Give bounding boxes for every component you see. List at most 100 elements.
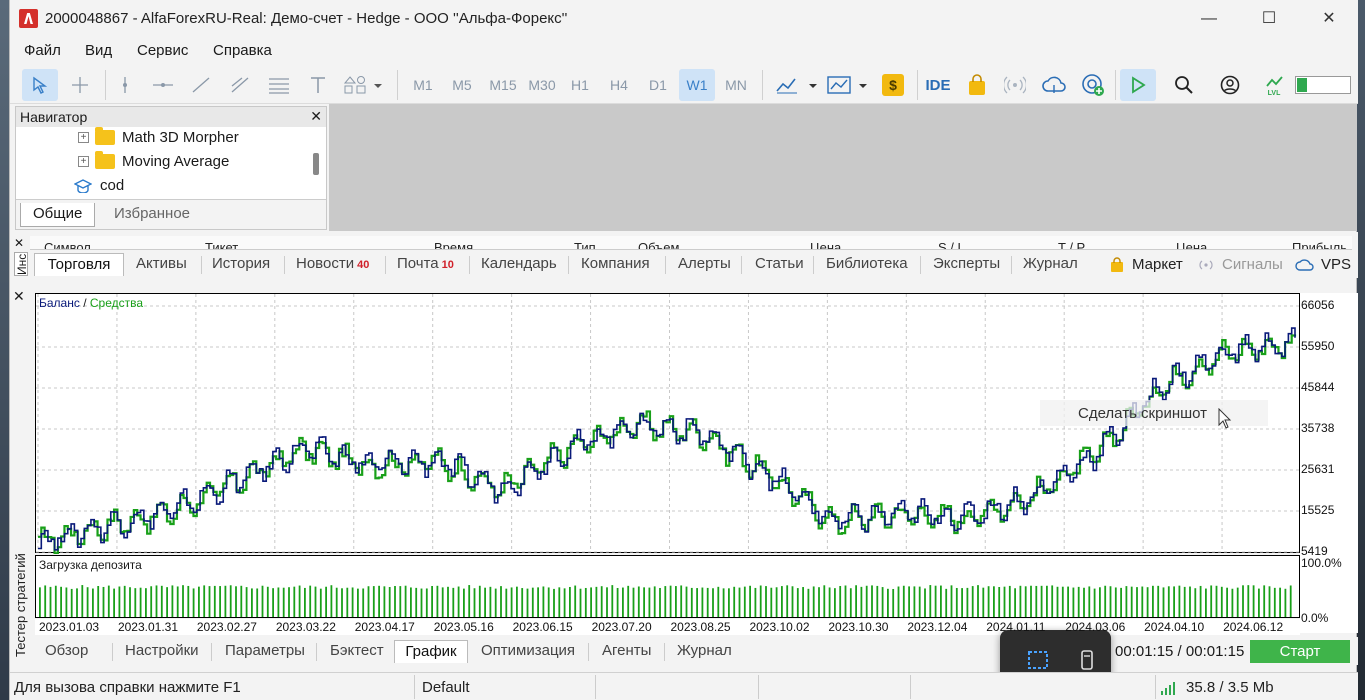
deposit-load-bar [431,586,433,617]
vertical-line-icon[interactable] [107,69,143,101]
tester-tab-parameters[interactable]: Параметры [225,640,305,663]
market-link[interactable]: Маркет [1110,253,1183,276]
cursor-tool-icon[interactable] [22,69,58,101]
timeframe-m1[interactable]: M1 [405,69,441,101]
tester-tab-graph[interactable]: График [394,640,468,663]
trading-dollar-icon[interactable]: $ [876,69,910,101]
title-bar[interactable]: 2000048867 - AlfaForexRU-Real: Демо-счет… [10,0,1358,38]
expand-icon[interactable]: + [78,156,89,167]
tab-library[interactable]: Библиотека [826,253,908,276]
deposit-load-bar [224,585,227,617]
tester-tab-optimization[interactable]: Оптимизация [481,640,575,663]
col-symbol[interactable]: Символ [44,240,91,249]
timeframe-m15[interactable]: M15 [483,69,523,101]
algo-trading-icon[interactable] [1076,69,1110,101]
col-profit[interactable]: Прибыль [1292,240,1347,249]
expand-icon[interactable]: + [78,132,89,143]
tree-item-moving-average[interactable]: + Moving Average [78,151,229,170]
timeframe-m5[interactable]: M5 [444,69,480,101]
timeframe-m30[interactable]: M30 [522,69,562,101]
channel-icon[interactable] [222,69,258,101]
col-tp[interactable]: T / P [1058,240,1085,249]
crosshair-tool-icon[interactable] [62,69,98,101]
tab-experts[interactable]: Эксперты [933,253,1000,276]
tester-tab-backtest[interactable]: Бэктест [330,640,384,663]
vps-link[interactable]: VPS [1295,253,1351,276]
deposit-load-bar [823,585,826,617]
menu-service[interactable]: Сервис [137,42,188,59]
search-icon[interactable] [1167,69,1201,101]
menu-help[interactable]: Справка [213,42,272,59]
col-price[interactable]: Цена [810,240,841,249]
deposit-load-bar [1120,587,1122,617]
deposit-load-bar [468,585,471,617]
tester-close-icon[interactable]: ✕ [13,288,25,305]
tab-assets[interactable]: Активы [136,253,187,276]
ide-button[interactable]: IDE [920,69,956,101]
tab-mail[interactable]: Почта 10 [397,253,454,276]
close-button[interactable]: ✕ [1306,6,1352,32]
col-sl[interactable]: S / L [938,240,965,249]
deposit-load-bar [887,588,889,617]
navigator-tab-favorites[interactable]: Избранное [102,203,202,227]
timeframe-d1[interactable]: D1 [640,69,676,101]
timeframe-h1[interactable]: H1 [562,69,598,101]
start-button[interactable]: Старт [1250,640,1350,663]
tab-company[interactable]: Компания [581,253,650,276]
account-icon[interactable] [1213,69,1247,101]
text-tool-icon[interactable] [300,69,336,101]
horizontal-line-icon[interactable] [145,69,181,101]
minimize-button[interactable]: — [1186,6,1232,32]
col-ticket[interactable]: Тикет [205,240,238,249]
deposit-load-bar [113,588,115,617]
tree-item-label: Math 3D Morpher [122,129,239,146]
deposit-load-bar [277,587,280,617]
tab-history[interactable]: История [212,253,270,276]
col-time[interactable]: Время [434,240,473,249]
rectangle-snip-icon[interactable] [1028,651,1048,669]
col-type[interactable]: Тип [574,240,596,249]
tab-trade[interactable]: Торговля [34,253,124,276]
tab-journal[interactable]: Журнал [1023,253,1078,276]
col-volume[interactable]: Объем [638,240,679,249]
toolbox-close-icon[interactable]: ✕ [14,236,24,250]
trend-line-icon[interactable] [183,69,219,101]
tree-item-math-3d-morpher[interactable]: + Math 3D Morpher [78,127,239,146]
tab-news[interactable]: Новости 40 [296,253,369,276]
col-price2[interactable]: Цена [1176,240,1207,249]
play-tester-icon[interactable] [1120,69,1156,101]
cloud-vps-icon[interactable] [1037,69,1071,101]
navigator-scrollbar[interactable] [313,153,319,175]
fibonacci-icon[interactable] [261,69,297,101]
window-snip-icon[interactable] [1081,650,1093,670]
shapes-dropdown-icon[interactable] [340,69,388,101]
tester-tab-journal[interactable]: Журнал [677,640,732,663]
tester-tab-agents[interactable]: Агенты [602,640,651,663]
deposit-load-bar [812,586,815,617]
timeframe-w1[interactable]: W1 [679,69,715,101]
market-bag-icon[interactable] [960,69,994,101]
tester-tab-overview[interactable]: Обзор [45,640,88,663]
deposit-load-bar [1136,587,1138,617]
deposit-load-bar [378,585,380,617]
tester-tab-settings[interactable]: Настройки [125,640,199,663]
context-menu-screenshot[interactable]: Сделать скриншот [1040,400,1268,426]
indicators-icon[interactable] [824,69,872,101]
navigator-tab-common[interactable]: Общие [20,203,96,227]
timeframe-h4[interactable]: H4 [601,69,637,101]
signals-broadcast-icon[interactable] [998,69,1032,101]
deposit-load-bar [240,585,243,617]
signals-link[interactable]: Сигналы [1196,253,1283,276]
chart-type-icon[interactable] [772,69,820,101]
legend-equity: Средства [89,296,144,310]
tab-calendar[interactable]: Календарь [481,253,557,276]
menu-view[interactable]: Вид [85,42,112,59]
tab-alerts[interactable]: Алерты [678,253,731,276]
level-icon[interactable]: LVL [1257,69,1291,101]
maximize-button[interactable]: ☐ [1246,6,1292,32]
navigator-close-icon[interactable]: ✕ [310,108,322,125]
tab-articles[interactable]: Статьи [755,253,804,276]
timeframe-mn[interactable]: MN [718,69,754,101]
tree-item-cod[interactable]: cod [73,177,124,194]
menu-file[interactable]: Файл [24,42,61,59]
